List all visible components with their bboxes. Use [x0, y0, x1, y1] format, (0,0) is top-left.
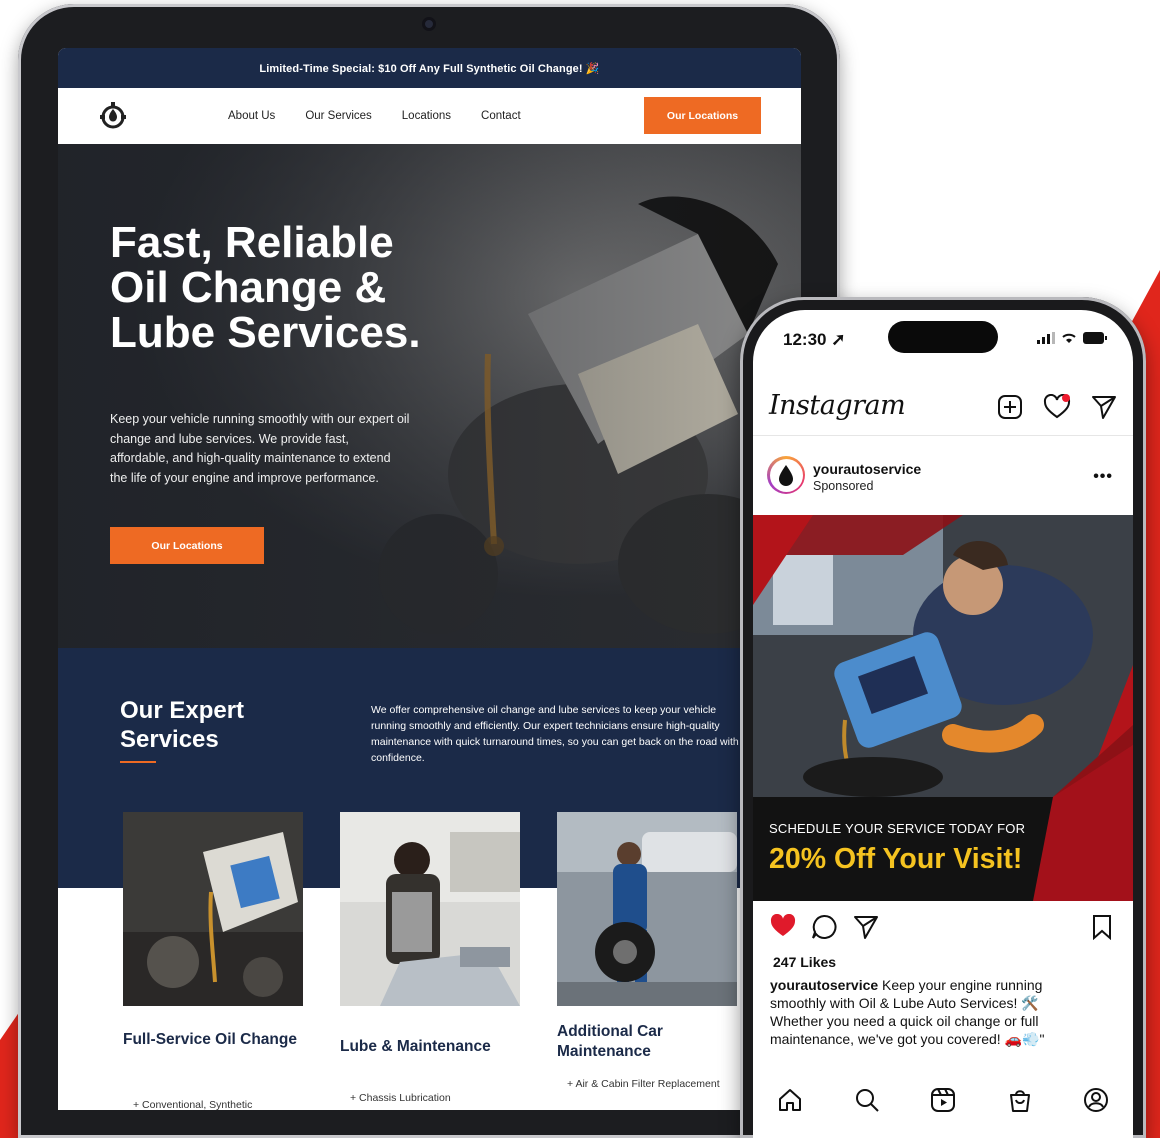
nav-link-services[interactable]: Our Services [305, 110, 371, 122]
instagram-header: Instagram [753, 384, 1133, 436]
tablet-device: Limited-Time Special: $10 Off Any Full S… [18, 4, 840, 1138]
like-heart-icon[interactable] [770, 914, 796, 938]
instagram-logo[interactable]: Instagram [769, 390, 906, 421]
hero-subtitle: Keep your vehicle running smoothly with … [110, 412, 410, 485]
search-icon[interactable] [854, 1087, 880, 1113]
status-bar: 12:30 ➚ [753, 310, 1133, 370]
wifi-icon [1062, 333, 1076, 343]
service-card-image [557, 812, 737, 1006]
likes-count[interactable]: 247 Likes [773, 954, 836, 970]
ad-headline: 20% Off Your Visit! [769, 843, 1023, 875]
service-card-bullet: + Air & Cabin Filter Replacement [567, 1078, 720, 1090]
hero-title: Fast, Reliable Oil Change & Lube Service… [110, 218, 421, 357]
post-username[interactable]: yourautoservice [813, 461, 921, 477]
promo-banner[interactable]: Limited-Time Special: $10 Off Any Full S… [58, 48, 801, 88]
header-actions [997, 394, 1117, 420]
service-card-bullet: + Conventional, Synthetic [133, 1099, 253, 1110]
avatar[interactable] [767, 456, 805, 494]
ad-kicker: SCHEDULE YOUR SERVICE TODAY FOR [769, 821, 1026, 836]
logo-icon[interactable] [96, 99, 130, 133]
services-underline [120, 761, 156, 763]
reels-icon[interactable] [930, 1087, 956, 1113]
post-actions [753, 910, 1133, 950]
ad-image[interactable]: SCHEDULE YOUR SERVICE TODAY FOR 20% Off … [753, 515, 1133, 901]
more-icon[interactable]: ••• [1093, 468, 1113, 486]
service-card-title: Full-Service Oil Change [123, 1031, 297, 1048]
post-header: yourautoservice Sponsored ••• [753, 442, 1133, 514]
profile-icon[interactable] [1083, 1087, 1109, 1113]
site-navigation: About Us Our Services Locations Contact … [58, 88, 801, 144]
service-card-image [123, 812, 303, 1006]
caption-username[interactable]: yourautoservice [770, 977, 878, 993]
bookmark-icon[interactable] [1091, 914, 1113, 940]
home-icon[interactable] [777, 1087, 803, 1113]
tablet-camera [422, 17, 436, 31]
post-caption: yourautoservice Keep your engine running… [770, 976, 1075, 1048]
heart-icon[interactable] [1043, 394, 1071, 420]
services-section: Our Expert Services We offer comprehensi… [58, 648, 801, 1110]
service-card-image [340, 812, 520, 1006]
nav-link-locations[interactable]: Locations [402, 110, 451, 122]
status-time: 12:30 ➚ [783, 330, 846, 349]
instagram-screen: 12:30 ➚ Instagram yourautoservice Sponso… [753, 310, 1133, 1138]
nav-our-locations-button[interactable]: Our Locations [644, 97, 761, 134]
battery-icon [1083, 332, 1107, 344]
nav-link-contact[interactable]: Contact [481, 110, 521, 122]
signal-icon [1037, 332, 1055, 344]
service-card-lube[interactable]: Lube & Maintenance + Chassis Lubrication [340, 812, 520, 1104]
website-screen: Limited-Time Special: $10 Off Any Full S… [58, 48, 801, 1110]
service-card-title: Additional Car Maintenance [557, 1023, 663, 1060]
services-description: We offer comprehensive oil change and lu… [371, 704, 739, 764]
plus-square-icon[interactable] [997, 394, 1023, 420]
sponsored-label: Sponsored [813, 479, 874, 493]
comment-icon[interactable] [811, 914, 837, 940]
dynamic-island [888, 321, 998, 353]
service-card-bullet: + Chassis Lubrication [350, 1092, 451, 1104]
nav-link-about[interactable]: About Us [228, 110, 275, 122]
service-card-oil-change[interactable]: Full-Service Oil Change + Conventional, … [123, 812, 303, 1110]
hero-section: Fast, Reliable Oil Change & Lube Service… [58, 144, 801, 648]
send-icon[interactable] [1091, 394, 1117, 420]
hero-our-locations-button[interactable]: Our Locations [110, 527, 264, 564]
droplet-icon [779, 465, 793, 486]
service-card-title: Lube & Maintenance [340, 1038, 491, 1055]
bottom-tab-bar [753, 1070, 1133, 1130]
share-icon[interactable] [853, 914, 879, 940]
shop-icon[interactable] [1007, 1087, 1033, 1113]
service-card-additional[interactable]: Additional Car Maintenance + Air & Cabin… [557, 812, 737, 1090]
nav-links: About Us Our Services Locations Contact [228, 110, 521, 122]
phone-device: 12:30 ➚ Instagram yourautoservice Sponso… [740, 297, 1146, 1138]
status-icons [1037, 332, 1107, 344]
services-title: Our Expert Services [120, 697, 245, 753]
